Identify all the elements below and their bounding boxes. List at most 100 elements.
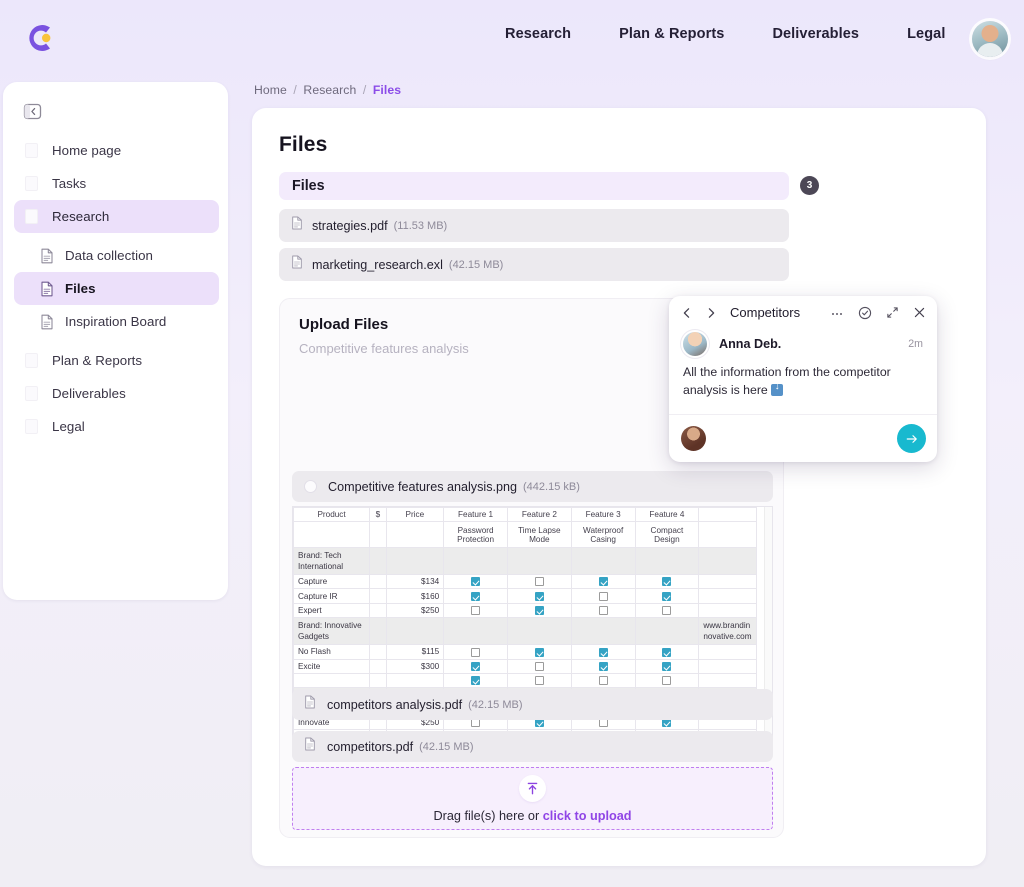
cell-currency bbox=[370, 589, 386, 603]
sub-blank-2 bbox=[370, 522, 386, 548]
user-avatar[interactable] bbox=[972, 21, 1008, 57]
top-navigation-bar: Research Plan & Reports Deliverables Leg… bbox=[0, 0, 1024, 75]
checkbox-checked-icon[interactable] bbox=[471, 676, 480, 685]
topnav-item-deliverables[interactable]: Deliverables bbox=[772, 26, 859, 42]
sidebar-item-inspiration-board[interactable]: Inspiration Board bbox=[14, 305, 219, 338]
send-reply-button[interactable] bbox=[897, 424, 926, 453]
checkbox-checked-icon[interactable] bbox=[535, 648, 544, 657]
checkbox-checked-icon[interactable] bbox=[535, 606, 544, 615]
file-size: (42.15 MB) bbox=[419, 741, 473, 753]
upload-panel-title: Upload Files bbox=[299, 316, 388, 333]
checkbox-unchecked-icon[interactable] bbox=[535, 676, 544, 685]
topnav-item-plan-reports[interactable]: Plan & Reports bbox=[619, 26, 724, 42]
checkbox-unchecked-icon[interactable] bbox=[599, 676, 608, 685]
checkbox-unchecked-icon[interactable] bbox=[662, 606, 671, 615]
checkbox-checked-icon[interactable] bbox=[662, 577, 671, 586]
upload-panel-subtitle: Competitive features analysis bbox=[299, 341, 469, 356]
checkbox-unchecked-icon[interactable] bbox=[535, 662, 544, 671]
sidebar-item-files[interactable]: Files bbox=[14, 272, 219, 305]
panel-collapse-icon[interactable] bbox=[22, 101, 43, 122]
page-title: Files bbox=[279, 133, 327, 157]
cell-currency bbox=[370, 645, 386, 659]
cell-feature-1 bbox=[444, 603, 508, 617]
document-icon bbox=[304, 737, 316, 756]
attached-image-size: (442.15 kB) bbox=[523, 481, 580, 493]
attached-image-row[interactable]: Competitive features analysis.png (442.1… bbox=[292, 471, 773, 502]
sidebar-item-home-page[interactable]: Home page bbox=[14, 134, 219, 167]
topnav-item-research[interactable]: Research bbox=[505, 26, 571, 42]
brand-blank-cell bbox=[370, 618, 386, 645]
files-count-badge: 3 bbox=[800, 176, 819, 195]
c-logo-icon[interactable] bbox=[20, 19, 58, 57]
brand-blank-cell bbox=[386, 548, 444, 575]
sidebar-item-legal[interactable]: Legal bbox=[14, 410, 219, 443]
topnav-item-legal[interactable]: Legal bbox=[907, 26, 945, 42]
sidebar-item-research[interactable]: Research bbox=[14, 200, 219, 233]
checkbox-checked-icon[interactable] bbox=[662, 648, 671, 657]
breadcrumb-research[interactable]: Research bbox=[303, 83, 356, 97]
document-icon bbox=[304, 695, 316, 714]
sidebar-item-data-collection[interactable]: Data collection bbox=[14, 239, 219, 272]
file-dropzone[interactable]: Drag file(s) here or click to upload bbox=[292, 767, 773, 830]
ellipsis-icon[interactable] bbox=[830, 306, 844, 320]
chevron-left-icon[interactable] bbox=[681, 307, 693, 319]
checkbox-unchecked-icon[interactable] bbox=[471, 648, 480, 657]
brand-label: Brand: Tech International bbox=[294, 548, 370, 575]
checkbox-unchecked-icon[interactable] bbox=[662, 676, 671, 685]
page-icon bbox=[25, 419, 38, 434]
document-icon bbox=[40, 314, 54, 330]
checkbox-checked-icon[interactable] bbox=[535, 592, 544, 601]
cell-feature-4 bbox=[635, 659, 699, 673]
file-name: competitors analysis.pdf bbox=[327, 698, 462, 712]
file-row-competitors-analysis[interactable]: competitors analysis.pdf (42.15 MB) bbox=[292, 689, 773, 720]
file-row-marketing-research[interactable]: marketing_research.exl (42.15 MB) bbox=[279, 248, 789, 281]
app-window: Research Plan & Reports Deliverables Leg… bbox=[0, 0, 1024, 887]
sub-feature-1: Password Protection bbox=[444, 522, 508, 548]
close-icon[interactable] bbox=[913, 306, 926, 319]
current-user-avatar bbox=[681, 426, 706, 451]
sidebar-item-deliverables[interactable]: Deliverables bbox=[14, 377, 219, 410]
cell-url bbox=[699, 589, 757, 603]
checkbox-checked-icon[interactable] bbox=[471, 592, 480, 601]
sidebar-item-plan-reports[interactable]: Plan & Reports bbox=[14, 344, 219, 377]
checkbox-unchecked-icon[interactable] bbox=[599, 592, 608, 601]
cell-price: $115 bbox=[386, 645, 444, 659]
file-row-competitors[interactable]: competitors.pdf (42.15 MB) bbox=[292, 731, 773, 762]
dropzone-upload-link[interactable]: click to upload bbox=[543, 809, 632, 823]
down-arrow-emoji bbox=[771, 384, 783, 396]
check-circle-icon[interactable] bbox=[858, 306, 872, 320]
checkbox-unchecked-icon[interactable] bbox=[471, 606, 480, 615]
cell-product: Expert bbox=[294, 603, 370, 617]
cell-feature-3 bbox=[571, 575, 635, 589]
files-section-bar[interactable]: Files bbox=[279, 172, 789, 200]
page-icon bbox=[25, 176, 38, 191]
checkbox-checked-icon[interactable] bbox=[599, 662, 608, 671]
dropzone-text: Drag file(s) here or click to upload bbox=[433, 809, 631, 823]
checkbox-checked-icon[interactable] bbox=[662, 592, 671, 601]
checkbox-checked-icon[interactable] bbox=[662, 662, 671, 671]
sidebar-item-tasks[interactable]: Tasks bbox=[14, 167, 219, 200]
checkbox-checked-icon[interactable] bbox=[471, 577, 480, 586]
cell-currency bbox=[370, 575, 386, 589]
chevron-right-icon[interactable] bbox=[705, 307, 717, 319]
page-icon bbox=[25, 386, 38, 401]
checkbox-unchecked-icon[interactable] bbox=[535, 577, 544, 586]
cell-url bbox=[699, 603, 757, 617]
file-row-strategies[interactable]: strategies.pdf (11.53 MB) bbox=[279, 209, 789, 242]
checkbox-unchecked-icon[interactable] bbox=[599, 606, 608, 615]
attached-image-name: Competitive features analysis.png bbox=[328, 480, 517, 494]
cell-feature-1 bbox=[444, 673, 508, 687]
table-row: Capture IR$160 bbox=[294, 589, 757, 603]
th-feature-3: Feature 3 bbox=[571, 508, 635, 522]
upload-arrow-icon bbox=[519, 775, 546, 802]
checkbox-checked-icon[interactable] bbox=[599, 577, 608, 586]
checkbox-checked-icon[interactable] bbox=[599, 648, 608, 657]
document-icon bbox=[40, 248, 54, 264]
cell-feature-3 bbox=[571, 589, 635, 603]
breadcrumb-home[interactable]: Home bbox=[254, 83, 287, 97]
expand-icon[interactable] bbox=[886, 306, 899, 319]
checkbox-checked-icon[interactable] bbox=[471, 662, 480, 671]
cell-feature-2 bbox=[507, 673, 571, 687]
cell-feature-3 bbox=[571, 645, 635, 659]
cell-feature-3 bbox=[571, 659, 635, 673]
